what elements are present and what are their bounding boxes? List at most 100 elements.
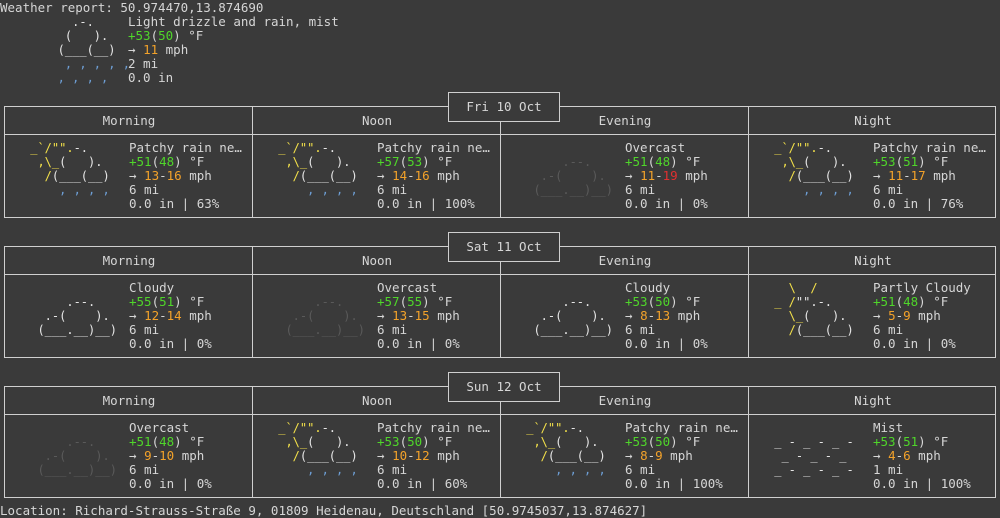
visibility: 6 mi bbox=[873, 182, 904, 197]
wind-min: 12 bbox=[144, 308, 160, 323]
wind-arrow-icon: → bbox=[873, 168, 881, 183]
wind-arrow-icon: → bbox=[625, 308, 633, 323]
temp-value: +51 bbox=[625, 154, 648, 169]
visibility: 6 mi bbox=[625, 182, 656, 197]
rain-cloud-icon: _`/"".-. ,\_( ). /(___(__) ‚ ‚ ‚ ‚ bbox=[23, 141, 110, 197]
forecast-desc: Partly Cloudy bbox=[873, 280, 971, 295]
date-label: Fri 10 Oct bbox=[448, 92, 560, 122]
precipitation: 0.0 in | 0% bbox=[377, 336, 460, 351]
temp-value: +53 bbox=[377, 434, 400, 449]
feels-value: 50 bbox=[407, 434, 423, 449]
feels-value: 48 bbox=[159, 434, 175, 449]
wind-min: 14 bbox=[392, 168, 408, 183]
period-header-night: Night bbox=[854, 253, 892, 268]
wind-arrow-icon: → bbox=[377, 168, 385, 183]
mist-icon: _ - _ - _ - _ - _ - _ _ - _ - _ - bbox=[774, 435, 854, 477]
forecast-desc: Cloudy bbox=[129, 280, 175, 295]
period-header-night: Night bbox=[854, 113, 892, 128]
forecast-cell: _`/"".-. ,\_( ). /(___(__) ‚ ‚ ‚ ‚ Patchy… bbox=[253, 135, 501, 219]
wind-arrow-icon: → bbox=[129, 168, 137, 183]
feels-value: 50 bbox=[655, 434, 671, 449]
wind-max: 16 bbox=[414, 168, 430, 183]
wind-min: 8 bbox=[640, 448, 648, 463]
visibility: 6 mi bbox=[625, 322, 656, 337]
visibility: 6 mi bbox=[129, 322, 160, 337]
precipitation: 0.0 in | 100% bbox=[873, 476, 971, 491]
forecast-cell: _`/"".-. ,\_( ). /(___(__) ‚ ‚ ‚ ‚ Patchy… bbox=[5, 135, 253, 219]
cloud-icon: .--. .-( ). (___.__)__) bbox=[37, 295, 117, 337]
wind-arrow-icon: → bbox=[873, 448, 881, 463]
wind-max: 9 bbox=[903, 308, 911, 323]
wind-max: 12 bbox=[414, 448, 430, 463]
feels-value: 50 bbox=[655, 294, 671, 309]
forecast-info: Patchy rain ne… +57(53) °F → 14-16 mph 6… bbox=[377, 140, 490, 211]
forecast-grid: Morning Noon Evening Night .--. .-( ). (___… bbox=[4, 386, 996, 498]
wind-min: 13 bbox=[392, 308, 408, 323]
temp-value: +53 bbox=[873, 434, 896, 449]
forecast-info: Cloudy +53(50) °F → 8-13 mph 6 mi 0.0 in… bbox=[625, 280, 708, 351]
wind-min: 5 bbox=[888, 308, 896, 323]
wind-max: 14 bbox=[166, 308, 182, 323]
forecast-cell: .--. .-( ). (___.__)__) Cloudy +55(51) °F… bbox=[5, 275, 253, 359]
overcast-icon: .--. .-( ). (___.__)__) bbox=[37, 435, 117, 477]
temp-value: +57 bbox=[377, 294, 400, 309]
temp-value: +55 bbox=[129, 294, 152, 309]
precipitation: 0.0 in | 0% bbox=[625, 196, 708, 211]
report-header: Weather report: 50.974470,13.874690 bbox=[0, 0, 264, 15]
forecast-info: Cloudy +55(51) °F → 12-14 mph 6 mi 0.0 i… bbox=[129, 280, 212, 351]
date-label: Sat 11 Oct bbox=[448, 232, 560, 262]
precipitation: 0.0 in | 60% bbox=[377, 476, 468, 491]
wind-arrow-icon: → bbox=[129, 308, 137, 323]
feels-value: 51 bbox=[903, 434, 919, 449]
forecast-cell: .--. .-( ). (___.__)__) Overcast +51(48) … bbox=[5, 415, 253, 499]
wind-arrow-icon: → bbox=[873, 308, 881, 323]
rain-cloud-icon: _`/"".-. ,\_( ). /(___(__) ‚ ‚ ‚ ‚ bbox=[767, 141, 854, 197]
forecast-desc: Patchy rain ne… bbox=[377, 420, 490, 435]
feels-value: 51 bbox=[159, 294, 175, 309]
temp-value: +57 bbox=[377, 154, 400, 169]
wind-min: 9 bbox=[144, 448, 152, 463]
visibility: 6 mi bbox=[377, 462, 408, 477]
forecast-cell: _`/"".-. ,\_( ). /(___(__) ‚ ‚ ‚ ‚ Patchy… bbox=[501, 415, 749, 499]
feels-value: 51 bbox=[903, 154, 919, 169]
period-header-morning: Morning bbox=[102, 393, 156, 408]
feels-value: 55 bbox=[407, 294, 423, 309]
visibility: 6 mi bbox=[129, 462, 160, 477]
temp-value: +53 bbox=[625, 434, 648, 449]
wind-arrow-icon: → bbox=[128, 42, 136, 57]
terminal: Weather report: 50.974470,13.874690 .-. … bbox=[0, 0, 1000, 518]
wind-arrow-icon: → bbox=[625, 168, 633, 183]
forecast-cell: _ - _ - _ - _ - _ - _ _ - _ - _ - Mist +5… bbox=[749, 415, 997, 499]
partly-cloudy-icon: \ / _ /"".-. \_( ). /(___(__) bbox=[767, 281, 854, 337]
temp-value: +53 bbox=[625, 294, 648, 309]
feels-value: 48 bbox=[159, 154, 175, 169]
wind-max: 15 bbox=[414, 308, 430, 323]
visibility: 6 mi bbox=[129, 182, 160, 197]
location-line: Location: Richard-Strauss-Straße 9, 0180… bbox=[0, 503, 648, 518]
forecast-cell: .--. .-( ). (___.__)__) Overcast +51(48) … bbox=[501, 135, 749, 219]
forecast-grid: Morning Noon Evening Night _`/"".-. ,\_( ).… bbox=[4, 106, 996, 218]
visibility: 6 mi bbox=[625, 462, 656, 477]
precipitation: 0.0 in | 0% bbox=[129, 476, 212, 491]
temp-value: +51 bbox=[129, 154, 152, 169]
wind-max: 16 bbox=[166, 168, 182, 183]
temp-value: +51 bbox=[873, 294, 896, 309]
wind-max: 17 bbox=[910, 168, 926, 183]
forecast-info: Patchy rain ne… +51(48) °F → 13-16 mph 6… bbox=[129, 140, 242, 211]
forecast-info: Patchy rain ne… +53(51) °F → 11-17 mph 6… bbox=[873, 140, 986, 211]
wind-arrow-icon: → bbox=[377, 448, 385, 463]
visibility: 6 mi bbox=[873, 322, 904, 337]
precipitation: 0.0 in | 0% bbox=[625, 336, 708, 351]
precipitation: 0.0 in | 63% bbox=[129, 196, 220, 211]
period-header-morning: Morning bbox=[102, 253, 156, 268]
forecast-grid: Morning Noon Evening Night .--. .-( ). (___… bbox=[4, 246, 996, 358]
forecast-desc: Overcast bbox=[377, 280, 438, 295]
current-rain-icon: .-. ( ). (___(__) ‚ ‚ ‚ ‚ ‚ ‚ ‚ ‚ ‚ bbox=[57, 15, 130, 85]
precipitation: 0.0 in | 0% bbox=[873, 336, 956, 351]
forecast-cell: .--. .-( ). (___.__)__) Cloudy +53(50) °F… bbox=[501, 275, 749, 359]
wind-min: 13 bbox=[144, 168, 160, 183]
forecast-desc: Patchy rain ne… bbox=[129, 140, 242, 155]
temp-value: +51 bbox=[129, 434, 152, 449]
forecast-desc: Mist bbox=[873, 420, 904, 435]
forecast-info: Overcast +51(48) °F → 11-19 mph 6 mi 0.0… bbox=[625, 140, 708, 211]
